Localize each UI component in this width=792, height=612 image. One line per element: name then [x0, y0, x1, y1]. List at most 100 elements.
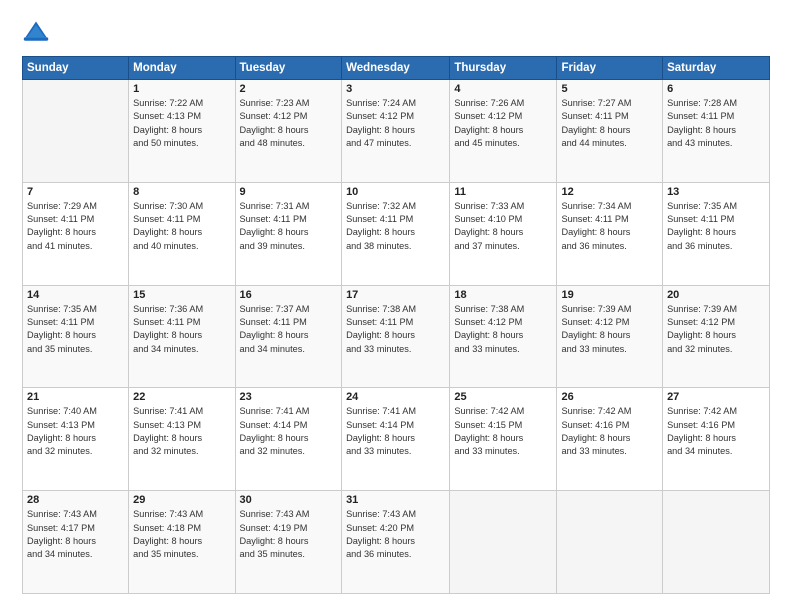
calendar-cell — [450, 491, 557, 594]
calendar-cell: 23 Sunrise: 7:41 AM Sunset: 4:14 PM Dayli… — [235, 388, 342, 491]
day-info: Sunrise: 7:27 AM Sunset: 4:11 PM Dayligh… — [561, 97, 658, 150]
day-number: 25 — [454, 391, 552, 403]
day-number: 21 — [27, 391, 124, 403]
logo-icon — [22, 18, 50, 46]
calendar-cell: 5 Sunrise: 7:27 AM Sunset: 4:11 PM Daylig… — [557, 80, 663, 183]
calendar-cell: 16 Sunrise: 7:37 AM Sunset: 4:11 PM Dayli… — [235, 285, 342, 388]
day-info: Sunrise: 7:41 AM Sunset: 4:14 PM Dayligh… — [240, 405, 338, 458]
day-number: 24 — [346, 391, 445, 403]
calendar-header-row: SundayMondayTuesdayWednesdayThursdayFrid… — [23, 57, 770, 80]
day-number: 6 — [667, 83, 765, 95]
day-info: Sunrise: 7:41 AM Sunset: 4:13 PM Dayligh… — [133, 405, 230, 458]
day-info: Sunrise: 7:34 AM Sunset: 4:11 PM Dayligh… — [561, 200, 658, 253]
day-number: 26 — [561, 391, 658, 403]
calendar-cell: 12 Sunrise: 7:34 AM Sunset: 4:11 PM Dayli… — [557, 182, 663, 285]
calendar-header-monday: Monday — [129, 57, 235, 80]
day-number: 22 — [133, 391, 230, 403]
calendar-cell: 7 Sunrise: 7:29 AM Sunset: 4:11 PM Daylig… — [23, 182, 129, 285]
calendar-table: SundayMondayTuesdayWednesdayThursdayFrid… — [22, 56, 770, 594]
day-info: Sunrise: 7:42 AM Sunset: 4:15 PM Dayligh… — [454, 405, 552, 458]
day-number: 31 — [346, 494, 445, 506]
calendar-cell: 18 Sunrise: 7:38 AM Sunset: 4:12 PM Dayli… — [450, 285, 557, 388]
calendar-header-wednesday: Wednesday — [342, 57, 450, 80]
calendar-week-5: 28 Sunrise: 7:43 AM Sunset: 4:17 PM Dayli… — [23, 491, 770, 594]
day-number: 17 — [346, 289, 445, 301]
day-number: 18 — [454, 289, 552, 301]
calendar-cell — [23, 80, 129, 183]
calendar-header-sunday: Sunday — [23, 57, 129, 80]
day-number: 29 — [133, 494, 230, 506]
day-info: Sunrise: 7:23 AM Sunset: 4:12 PM Dayligh… — [240, 97, 338, 150]
day-info: Sunrise: 7:38 AM Sunset: 4:12 PM Dayligh… — [454, 303, 552, 356]
calendar-header-friday: Friday — [557, 57, 663, 80]
day-info: Sunrise: 7:43 AM Sunset: 4:20 PM Dayligh… — [346, 508, 445, 561]
day-info: Sunrise: 7:42 AM Sunset: 4:16 PM Dayligh… — [561, 405, 658, 458]
calendar-cell: 26 Sunrise: 7:42 AM Sunset: 4:16 PM Dayli… — [557, 388, 663, 491]
day-info: Sunrise: 7:32 AM Sunset: 4:11 PM Dayligh… — [346, 200, 445, 253]
day-number: 15 — [133, 289, 230, 301]
calendar-cell: 20Sunrise: 7:39 AM Sunset: 4:12 PM Dayli… — [663, 285, 770, 388]
calendar-week-1: 1Sunrise: 7:22 AM Sunset: 4:13 PM Daylig… — [23, 80, 770, 183]
calendar-week-3: 14Sunrise: 7:35 AM Sunset: 4:11 PM Dayli… — [23, 285, 770, 388]
logo — [22, 18, 54, 46]
calendar-cell: 17 Sunrise: 7:38 AM Sunset: 4:11 PM Dayli… — [342, 285, 450, 388]
day-info: Sunrise: 7:43 AM Sunset: 4:18 PM Dayligh… — [133, 508, 230, 561]
day-info: Sunrise: 7:37 AM Sunset: 4:11 PM Dayligh… — [240, 303, 338, 356]
day-info: Sunrise: 7:43 AM Sunset: 4:17 PM Dayligh… — [27, 508, 124, 561]
calendar-cell: 9 Sunrise: 7:31 AM Sunset: 4:11 PM Daylig… — [235, 182, 342, 285]
calendar-cell: 30Sunrise: 7:43 AM Sunset: 4:19 PM Dayli… — [235, 491, 342, 594]
calendar-cell: 6 Sunrise: 7:28 AM Sunset: 4:11 PM Daylig… — [663, 80, 770, 183]
day-number: 3 — [346, 83, 445, 95]
calendar-cell: 11 Sunrise: 7:33 AM Sunset: 4:10 PM Dayli… — [450, 182, 557, 285]
day-number: 13 — [667, 186, 765, 198]
calendar-header-saturday: Saturday — [663, 57, 770, 80]
day-info: Sunrise: 7:29 AM Sunset: 4:11 PM Dayligh… — [27, 200, 124, 253]
day-number: 23 — [240, 391, 338, 403]
day-number: 16 — [240, 289, 338, 301]
header — [22, 18, 770, 46]
day-number: 27 — [667, 391, 765, 403]
calendar-cell: 13 Sunrise: 7:35 AM Sunset: 4:11 PM Dayli… — [663, 182, 770, 285]
calendar-cell: 24 Sunrise: 7:41 AM Sunset: 4:14 PM Dayli… — [342, 388, 450, 491]
day-number: 28 — [27, 494, 124, 506]
calendar-header-tuesday: Tuesday — [235, 57, 342, 80]
day-info: Sunrise: 7:35 AM Sunset: 4:11 PM Dayligh… — [27, 303, 124, 356]
day-number: 1 — [133, 83, 230, 95]
day-info: Sunrise: 7:28 AM Sunset: 4:11 PM Dayligh… — [667, 97, 765, 150]
day-info: Sunrise: 7:40 AM Sunset: 4:13 PM Dayligh… — [27, 405, 124, 458]
day-number: 19 — [561, 289, 658, 301]
day-info: Sunrise: 7:31 AM Sunset: 4:11 PM Dayligh… — [240, 200, 338, 253]
calendar-cell: 21 Sunrise: 7:40 AM Sunset: 4:13 PM Dayli… — [23, 388, 129, 491]
day-info: Sunrise: 7:35 AM Sunset: 4:11 PM Dayligh… — [667, 200, 765, 253]
day-info: Sunrise: 7:36 AM Sunset: 4:11 PM Dayligh… — [133, 303, 230, 356]
day-number: 5 — [561, 83, 658, 95]
day-number: 9 — [240, 186, 338, 198]
calendar-cell: 1Sunrise: 7:22 AM Sunset: 4:13 PM Daylig… — [129, 80, 235, 183]
day-info: Sunrise: 7:43 AM Sunset: 4:19 PM Dayligh… — [240, 508, 338, 561]
day-number: 10 — [346, 186, 445, 198]
day-info: Sunrise: 7:38 AM Sunset: 4:11 PM Dayligh… — [346, 303, 445, 356]
day-number: 12 — [561, 186, 658, 198]
day-info: Sunrise: 7:26 AM Sunset: 4:12 PM Dayligh… — [454, 97, 552, 150]
day-number: 7 — [27, 186, 124, 198]
calendar-week-4: 21 Sunrise: 7:40 AM Sunset: 4:13 PM Dayli… — [23, 388, 770, 491]
day-info: Sunrise: 7:24 AM Sunset: 4:12 PM Dayligh… — [346, 97, 445, 150]
calendar-cell: 10 Sunrise: 7:32 AM Sunset: 4:11 PM Dayli… — [342, 182, 450, 285]
calendar-cell: 8Sunrise: 7:30 AM Sunset: 4:11 PM Daylig… — [129, 182, 235, 285]
calendar-cell: 2 Sunrise: 7:23 AM Sunset: 4:12 PM Daylig… — [235, 80, 342, 183]
calendar-cell: 4Sunrise: 7:26 AM Sunset: 4:12 PM Daylig… — [450, 80, 557, 183]
day-info: Sunrise: 7:33 AM Sunset: 4:10 PM Dayligh… — [454, 200, 552, 253]
day-number: 11 — [454, 186, 552, 198]
day-number: 8 — [133, 186, 230, 198]
calendar-cell — [557, 491, 663, 594]
calendar-cell: 29 Sunrise: 7:43 AM Sunset: 4:18 PM Dayli… — [129, 491, 235, 594]
calendar-cell: 14Sunrise: 7:35 AM Sunset: 4:11 PM Dayli… — [23, 285, 129, 388]
calendar-cell: 27Sunrise: 7:42 AM Sunset: 4:16 PM Dayli… — [663, 388, 770, 491]
calendar-cell: 22 Sunrise: 7:41 AM Sunset: 4:13 PM Dayli… — [129, 388, 235, 491]
day-number: 2 — [240, 83, 338, 95]
calendar-cell: 15 Sunrise: 7:36 AM Sunset: 4:11 PM Dayli… — [129, 285, 235, 388]
day-number: 20 — [667, 289, 765, 301]
calendar-cell: 19Sunrise: 7:39 AM Sunset: 4:12 PM Dayli… — [557, 285, 663, 388]
day-info: Sunrise: 7:41 AM Sunset: 4:14 PM Dayligh… — [346, 405, 445, 458]
calendar-cell: 3 Sunrise: 7:24 AM Sunset: 4:12 PM Daylig… — [342, 80, 450, 183]
